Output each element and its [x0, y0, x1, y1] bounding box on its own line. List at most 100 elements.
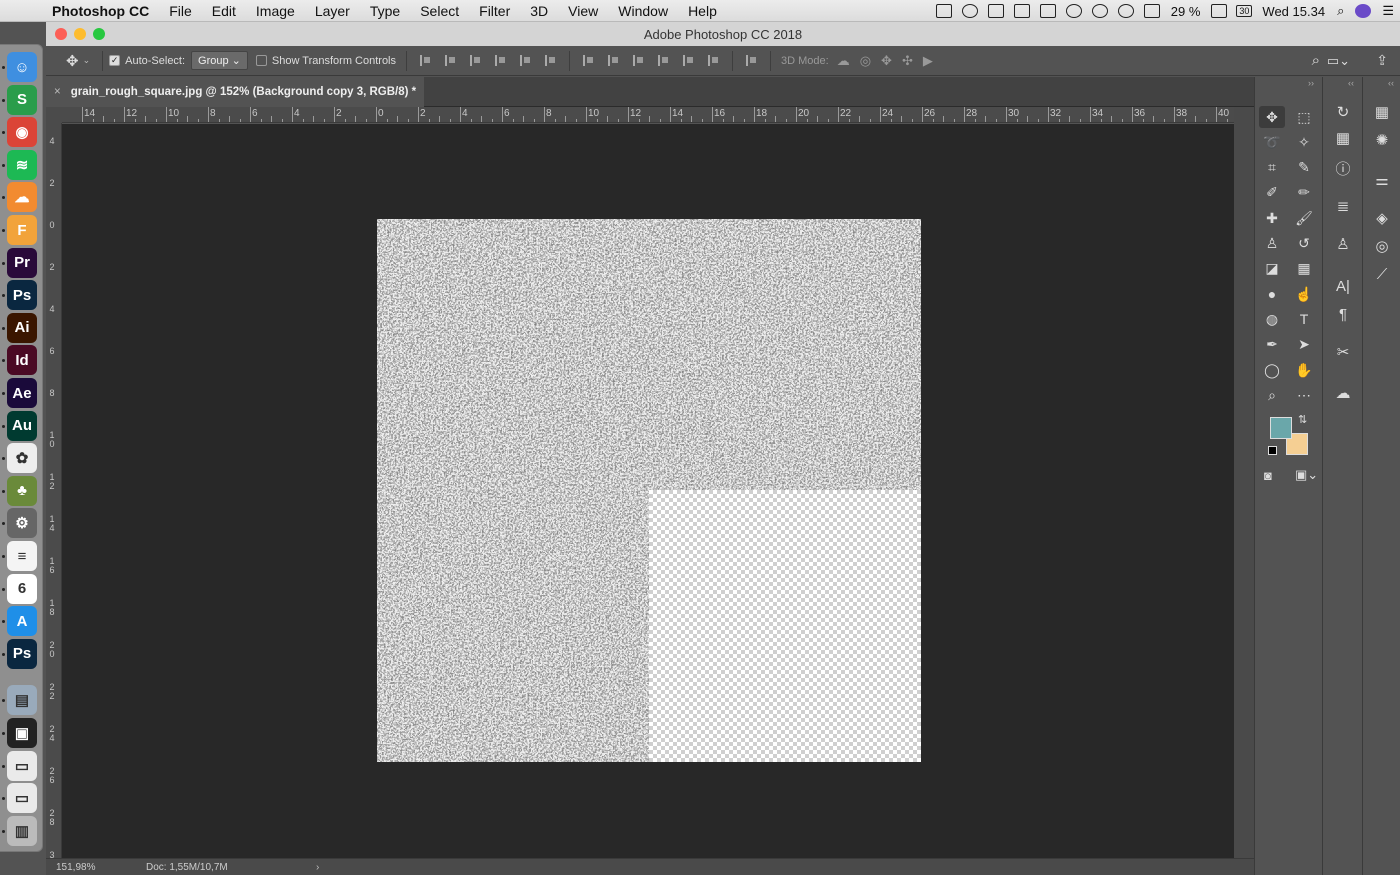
zoom-window-button[interactable]	[93, 28, 105, 40]
dock-fontlab-icon[interactable]: F	[7, 215, 37, 245]
auto-select-dropdown[interactable]: Group ⌄	[191, 51, 248, 70]
dock-fruit-icon[interactable]: ♣	[7, 475, 37, 506]
ellipse-tool[interactable]: ◯	[1259, 359, 1285, 381]
document-image[interactable]	[377, 219, 921, 762]
hand-tool[interactable]: ✋	[1291, 359, 1317, 381]
dock-sheets-icon[interactable]: S	[7, 84, 37, 115]
stamp-tool[interactable]: ♙	[1259, 233, 1285, 255]
creative-cloud-icon[interactable]	[961, 4, 978, 18]
clone-source-panel-icon[interactable]: ♙	[1331, 233, 1355, 255]
screen-mode-icon[interactable]: ▣⌄	[1295, 467, 1318, 483]
swap-colors-icon[interactable]: ⇅	[1298, 413, 1307, 426]
pencil-tool[interactable]: ✏	[1291, 182, 1317, 204]
menu-view[interactable]: View	[558, 3, 608, 19]
lasso-tool[interactable]: ➰	[1259, 131, 1285, 153]
show-transform-checkbox[interactable]	[255, 55, 267, 66]
crop-tool[interactable]: ⌗	[1259, 157, 1285, 179]
battery-icon[interactable]	[1211, 4, 1228, 18]
channels-panel-icon[interactable]: ◎	[1370, 235, 1394, 257]
search-icon[interactable]: ⌕	[1312, 52, 1320, 69]
grid-panel-icon[interactable]: ▦	[1370, 101, 1394, 123]
cc-libraries-panel-icon[interactable]: ☁	[1331, 382, 1355, 404]
dock-doc1-icon[interactable]: ▭	[7, 750, 37, 781]
paragraph-panel-icon[interactable]: ¶	[1331, 303, 1355, 325]
foreground-color-swatch[interactable]	[1270, 417, 1292, 439]
move-tool[interactable]: ✥	[1259, 106, 1285, 128]
info-panel-icon[interactable]: ⓘ	[1331, 157, 1355, 179]
spotlight-icon[interactable]: ⌕	[1331, 3, 1350, 19]
history-brush-tool[interactable]: ↺	[1291, 233, 1317, 255]
calendar-icon[interactable]: 30	[1236, 5, 1253, 17]
dock-preferences-icon[interactable]: ⚙	[7, 508, 37, 539]
auto-align-icon[interactable]	[746, 55, 757, 66]
menu-edit[interactable]: Edit	[202, 3, 246, 19]
dock-finder-icon[interactable]: ☺	[7, 52, 37, 82]
menu-select[interactable]: Select	[410, 3, 469, 19]
collapse-panels-icon[interactable]: ‹‹	[1348, 78, 1354, 88]
move-tool-preset-icon[interactable]: ✥	[66, 52, 79, 70]
zoom-tool[interactable]: ⌕	[1259, 384, 1285, 406]
menu-image[interactable]: Image	[246, 3, 305, 19]
adjust-panel-icon[interactable]: ✺	[1370, 129, 1394, 151]
ruler-corner[interactable]	[46, 107, 62, 123]
dock-aftereffects-icon[interactable]: Ae	[7, 378, 37, 408]
volume-icon[interactable]	[1143, 4, 1160, 18]
ruler-vertical[interactable]: 42024681012141618202224262830	[46, 123, 62, 858]
more-tools[interactable]: ⋯	[1291, 384, 1317, 406]
menu-layer[interactable]: Layer	[305, 3, 360, 19]
path-select-tool[interactable]: ➤	[1291, 334, 1317, 356]
menu-type[interactable]: Type	[360, 3, 410, 19]
distribute-left-icon[interactable]	[658, 55, 669, 66]
dock-doc2-icon[interactable]: ▭	[7, 783, 37, 814]
bluetooth-icon[interactable]	[1091, 4, 1108, 18]
align-right-icon[interactable]	[545, 55, 556, 66]
pen-tool[interactable]: ✒	[1259, 334, 1285, 356]
minimize-window-button[interactable]	[74, 28, 86, 40]
align-bottom-icon[interactable]	[470, 55, 481, 66]
auto-select-checkbox[interactable]: ✓	[109, 55, 121, 66]
smudge-tool[interactable]: ☝	[1291, 283, 1317, 305]
healing-brush-tool[interactable]: ✐	[1259, 182, 1285, 204]
dock-cloud-icon[interactable]: ☁	[7, 182, 37, 213]
distribute-hcenter-icon[interactable]	[683, 55, 694, 66]
time-machine-icon[interactable]	[1065, 4, 1082, 18]
menu-help[interactable]: Help	[678, 3, 727, 19]
type-tool[interactable]: T	[1291, 308, 1317, 330]
distribute-right-icon[interactable]	[708, 55, 719, 66]
dock-photos-icon[interactable]: ✿	[7, 443, 37, 474]
menu-filter[interactable]: Filter	[469, 3, 520, 19]
distribute-top-icon[interactable]	[583, 55, 594, 66]
magic-wand-tool[interactable]: ✧	[1291, 131, 1317, 153]
dock-spotify-icon[interactable]: ≋	[7, 149, 37, 180]
menu-window[interactable]: Window	[608, 3, 678, 19]
character-panel-icon[interactable]: A|	[1331, 275, 1355, 297]
zoom-level[interactable]: 151,98%	[56, 862, 136, 873]
marquee-tool[interactable]: ⬚	[1291, 106, 1317, 128]
align-left-icon[interactable]	[495, 55, 506, 66]
layers-panel-icon[interactable]: ◈	[1370, 207, 1394, 229]
brush-tool[interactable]: 🖌	[1291, 207, 1317, 229]
close-tab-icon[interactable]: ×	[54, 86, 61, 98]
menu-3d[interactable]: 3D	[520, 3, 558, 19]
wifi-icon[interactable]	[1117, 4, 1134, 18]
dock-calendar-icon[interactable]: 6	[7, 573, 37, 604]
share-icon[interactable]: ⇪	[1376, 52, 1388, 69]
default-colors-icon[interactable]	[1268, 446, 1277, 455]
chevron-down-icon[interactable]: ⌄	[83, 55, 91, 66]
align-vcenter-icon[interactable]	[445, 55, 456, 66]
menu-file[interactable]: File	[159, 3, 202, 19]
eraser-tool[interactable]: ◪	[1259, 258, 1285, 280]
close-window-button[interactable]	[55, 28, 67, 40]
dock-appstore-icon[interactable]: A	[7, 606, 37, 637]
blur-tool[interactable]: ●	[1259, 283, 1285, 305]
paths-panel-icon[interactable]: ⟋	[1370, 263, 1394, 285]
3d-mode-icons[interactable]: ☁◎✥✣▶	[837, 53, 943, 69]
distribute-vcenter-icon[interactable]	[608, 55, 619, 66]
dock-monitor-icon[interactable]: ▣	[7, 718, 37, 748]
spaces-icon[interactable]	[1013, 4, 1030, 18]
quick-mask-icon[interactable]: ◙	[1264, 468, 1272, 483]
properties-panel-icon[interactable]: ⚌	[1370, 169, 1394, 191]
collapse-icon[interactable]: ››	[1308, 78, 1314, 88]
dock-indesign-icon[interactable]: Id	[7, 345, 37, 376]
dock-audition-icon[interactable]: Au	[7, 410, 37, 441]
